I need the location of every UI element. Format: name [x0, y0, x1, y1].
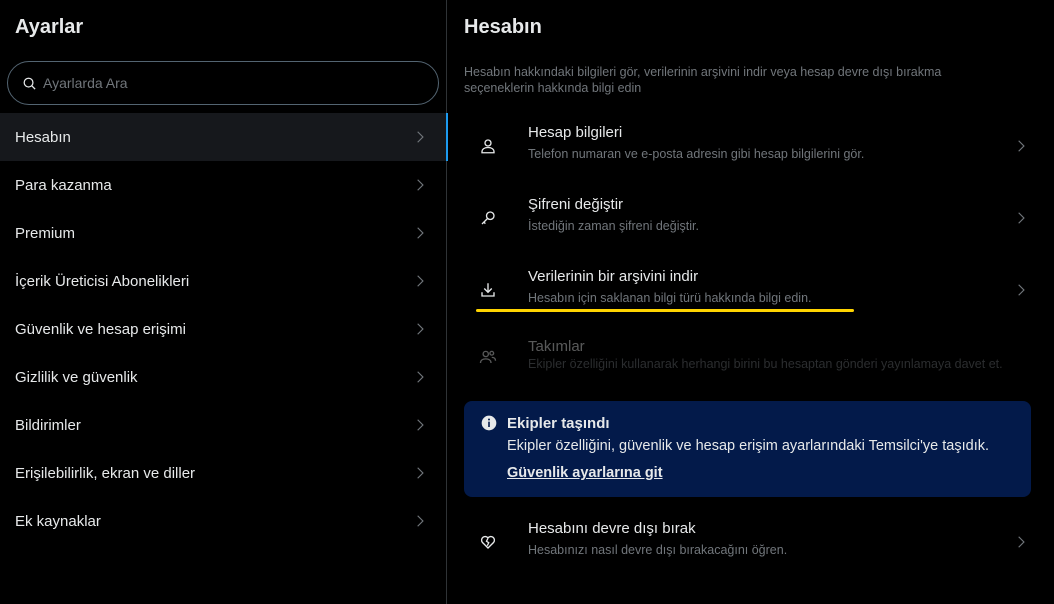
- row-title: Verilerinin bir arşivini indir: [528, 268, 699, 285]
- key-icon: [481, 211, 495, 225]
- row-subtitle: Hesabın için saklanan bilgi türü hakkınd…: [528, 291, 812, 305]
- settings-sidebar: Ayarlar Hesabın Para kazanma Premium İçe…: [0, 0, 448, 604]
- info-icon: [481, 415, 497, 431]
- row-title: Şifreni değiştir: [528, 196, 624, 213]
- notice-body: Ekipler özelliğini, güvenlik ve hesap er…: [507, 438, 990, 454]
- page-title: Hesabın: [464, 16, 542, 38]
- sidebar-item-notifications[interactable]: Bildirimler: [0, 401, 447, 449]
- download-icon: [481, 283, 495, 297]
- sidebar-item-premium[interactable]: Premium: [0, 209, 447, 257]
- row-subtitle: Ekipler özelliğini kullanarak herhangi b…: [528, 357, 1003, 371]
- account-panel: Hesabın Hesabın hakkındaki bilgileri gör…: [448, 0, 1054, 604]
- chevron-right-icon: [417, 131, 424, 143]
- row-title: Hesabını devre dışı bırak: [528, 520, 696, 537]
- row-subtitle: İstediğin zaman şifreni değiştir.: [528, 219, 699, 233]
- sidebar-item-creator-subscriptions[interactable]: İçerik Üreticisi Abonelikleri: [0, 257, 447, 305]
- sidebar-item-label: Premium: [15, 224, 76, 242]
- chevron-right-icon: [417, 371, 424, 383]
- sidebar-item-label: Bildirimler: [15, 416, 81, 434]
- sidebar-item-label: Para kazanma: [15, 176, 112, 194]
- download-archive-row[interactable]: Verilerinin bir arşivini indir Hesabın i…: [448, 254, 1054, 326]
- teams-moved-notice: Ekipler taşındı Ekipler özelliğini, güve…: [464, 401, 1031, 497]
- sidebar-item-privacy[interactable]: Gizlilik ve güvenlik: [0, 353, 447, 401]
- chevron-right-icon: [417, 227, 424, 239]
- chevron-right-icon: [1018, 140, 1025, 152]
- search-icon: [23, 77, 36, 90]
- chevron-right-icon: [417, 467, 424, 479]
- account-info-row[interactable]: Hesap bilgileri Telefon numaran ve e-pos…: [448, 110, 1054, 182]
- chevron-right-icon: [417, 179, 424, 191]
- highlight-underline: [476, 309, 854, 312]
- settings-search[interactable]: [7, 61, 439, 105]
- chevron-right-icon: [417, 515, 424, 527]
- teams-row: Takımlar Ekipler özelliğini kullanarak h…: [448, 326, 1054, 398]
- notice-title: Ekipler taşındı: [507, 415, 610, 432]
- row-title: Takımlar: [528, 338, 585, 355]
- chevron-right-icon: [417, 275, 424, 287]
- person-icon: [481, 139, 495, 154]
- security-settings-link[interactable]: Güvenlik ayarlarına git: [507, 465, 663, 481]
- sidebar-item-label: Gizlilik ve güvenlik: [15, 368, 138, 386]
- sidebar-title: Ayarlar: [15, 16, 84, 38]
- sidebar-item-accessibility[interactable]: Erişilebilirlik, ekran ve diller: [0, 449, 447, 497]
- row-subtitle: Hesabınızı nasıl devre dışı bırakacağını…: [528, 543, 788, 557]
- search-input[interactable]: [43, 75, 423, 91]
- chevron-right-icon: [417, 419, 424, 431]
- sidebar-item-label: Ek kaynaklar: [15, 512, 101, 530]
- chevron-right-icon: [417, 323, 424, 335]
- deactivate-account-row[interactable]: Hesabını devre dışı bırak Hesabınızı nas…: [448, 506, 1054, 578]
- broken-heart-icon: [480, 535, 496, 549]
- team-icon: [479, 350, 497, 364]
- chevron-right-icon: [1018, 284, 1025, 296]
- row-subtitle: Telefon numaran ve e-posta adresin gibi …: [528, 147, 865, 161]
- sidebar-item-resources[interactable]: Ek kaynaklar: [0, 497, 447, 545]
- chevron-right-icon: [1018, 536, 1025, 548]
- sidebar-item-label: Güvenlik ve hesap erişimi: [15, 320, 186, 338]
- settings-nav: Hesabın Para kazanma Premium İçerik Üret…: [0, 113, 448, 545]
- sidebar-item-security[interactable]: Güvenlik ve hesap erişimi: [0, 305, 447, 353]
- chevron-right-icon: [1018, 212, 1025, 224]
- change-password-row[interactable]: Şifreni değiştir İstediğin zaman şifreni…: [448, 182, 1054, 254]
- sidebar-item-monetization[interactable]: Para kazanma: [0, 161, 447, 209]
- sidebar-item-account[interactable]: Hesabın: [0, 113, 448, 161]
- sidebar-item-label: Hesabın: [15, 128, 71, 146]
- page-description: Hesabın hakkındaki bilgileri gör, verile…: [464, 65, 942, 95]
- sidebar-item-label: İçerik Üreticisi Abonelikleri: [15, 272, 190, 290]
- sidebar-item-label: Erişilebilirlik, ekran ve diller: [15, 464, 196, 482]
- row-title: Hesap bilgileri: [528, 124, 623, 141]
